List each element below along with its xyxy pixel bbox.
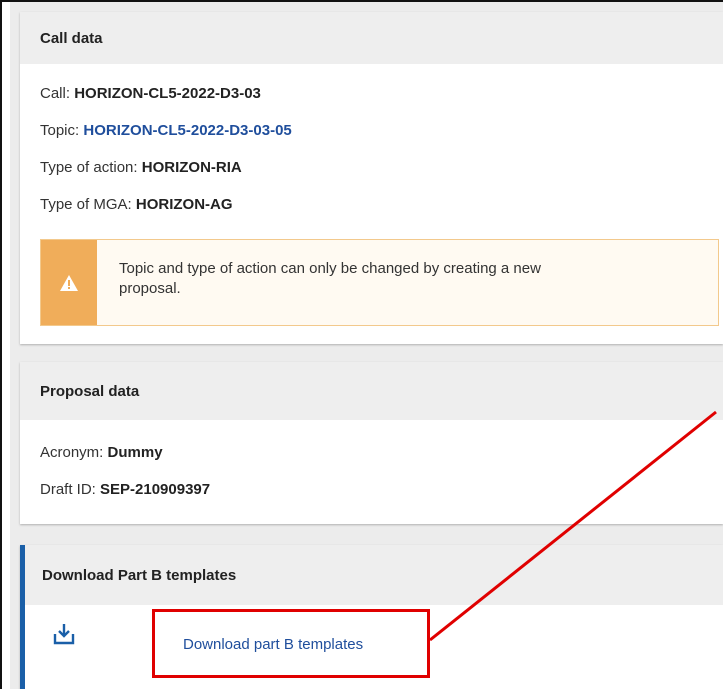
annotation-arrow (429, 410, 717, 642)
